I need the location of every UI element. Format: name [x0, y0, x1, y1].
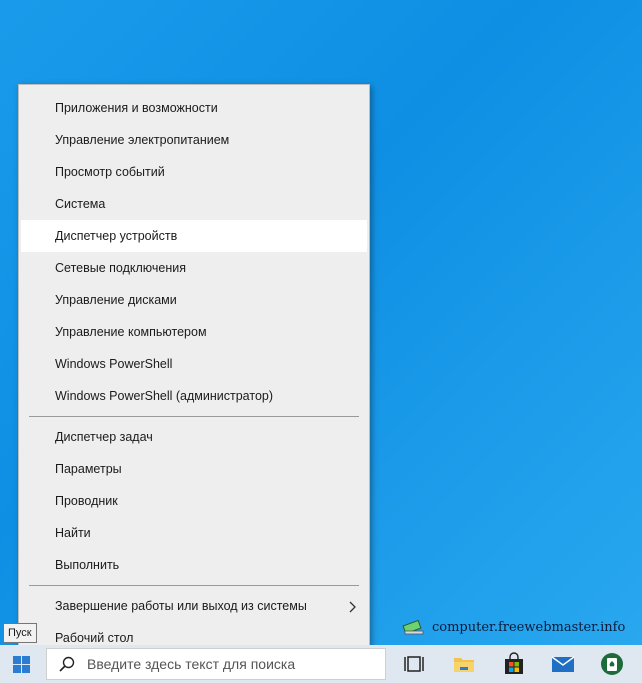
menu-item-event-viewer[interactable]: Просмотр событий	[21, 156, 367, 188]
menu-item-power-options[interactable]: Управление электропитанием	[21, 124, 367, 156]
file-explorer-icon[interactable]	[452, 652, 476, 676]
menu-item-computer-management[interactable]: Управление компьютером	[21, 316, 367, 348]
menu-item-settings[interactable]: Параметры	[21, 453, 367, 485]
menu-item-task-manager[interactable]: Диспетчер задач	[21, 421, 367, 453]
menu-item-network-connections[interactable]: Сетевые подключения	[21, 252, 367, 284]
watermark-text: computer.freewebmaster.info	[432, 619, 626, 635]
desktop[interactable]: Приложения и возможности Управление элек…	[0, 0, 642, 683]
menu-item-powershell-admin[interactable]: Windows PowerShell (администратор)	[21, 380, 367, 412]
task-view-icon[interactable]	[402, 652, 426, 676]
mail-icon[interactable]	[551, 652, 575, 676]
search-placeholder: Введите здесь текст для поиска	[87, 656, 296, 672]
menu-item-apps-features[interactable]: Приложения и возможности	[21, 92, 367, 124]
microsoft-store-icon[interactable]	[502, 652, 526, 676]
menu-item-powershell[interactable]: Windows PowerShell	[21, 348, 367, 380]
start-button[interactable]	[0, 645, 44, 683]
menu-separator	[29, 585, 359, 586]
menu-item-file-explorer[interactable]: Проводник	[21, 485, 367, 517]
watermark: computer.freewebmaster.info	[402, 617, 625, 637]
taskbar: Введите здесь текст для поиска	[0, 645, 642, 683]
search-icon	[59, 656, 75, 672]
menu-separator	[29, 416, 359, 417]
menu-item-device-manager[interactable]: Диспетчер устройств	[21, 220, 367, 252]
menu-item-shutdown-signout[interactable]: Завершение работы или выход из системы	[21, 590, 367, 622]
menu-item-search[interactable]: Найти	[21, 517, 367, 549]
winx-context-menu: Приложения и возможности Управление элек…	[18, 84, 370, 662]
windows-logo-icon	[13, 656, 30, 673]
start-tooltip: Пуск	[3, 623, 37, 643]
chevron-right-icon	[349, 590, 357, 622]
menu-item-disk-management[interactable]: Управление дисками	[21, 284, 367, 316]
taskbar-search-box[interactable]: Введите здесь текст для поиска	[46, 648, 386, 680]
menu-item-run[interactable]: Выполнить	[21, 549, 367, 581]
pen-logo-icon	[402, 619, 424, 635]
solitaire-icon[interactable]	[600, 652, 624, 676]
menu-item-label: Завершение работы или выход из системы	[55, 599, 307, 613]
menu-item-system[interactable]: Система	[21, 188, 367, 220]
